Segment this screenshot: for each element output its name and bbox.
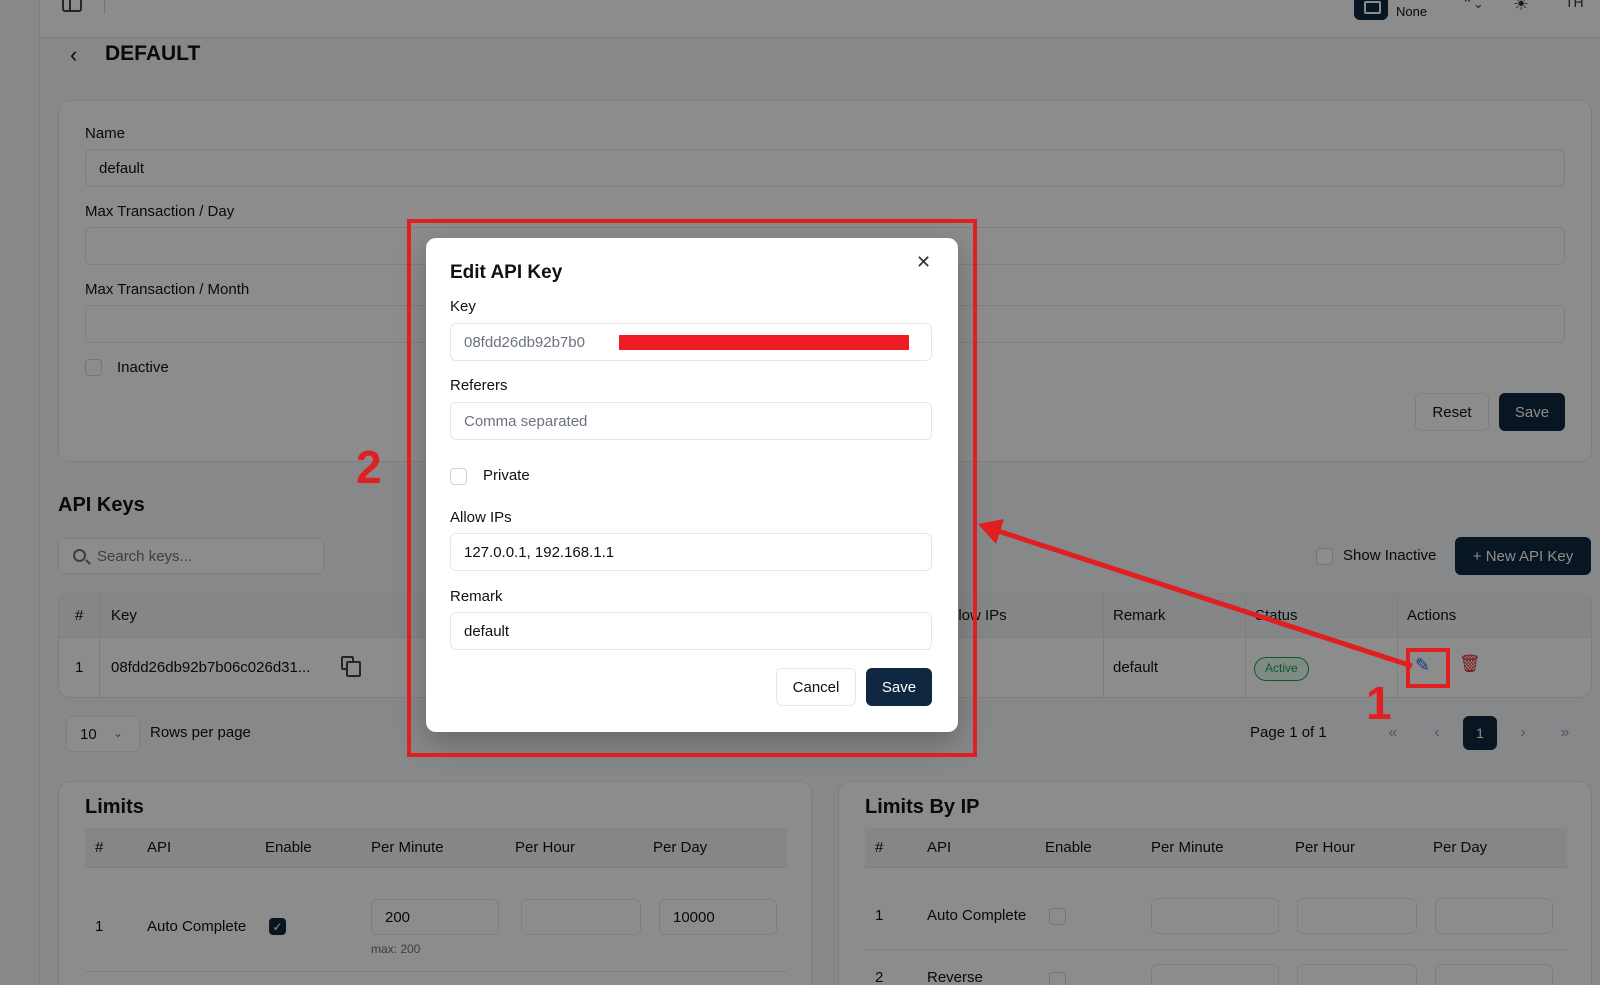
annotation-step-1: 1 <box>1366 677 1392 729</box>
annotation-step-2: 2 <box>356 441 382 493</box>
annotation-box-dialog <box>407 219 977 757</box>
annotation-box-edit <box>1406 648 1450 688</box>
